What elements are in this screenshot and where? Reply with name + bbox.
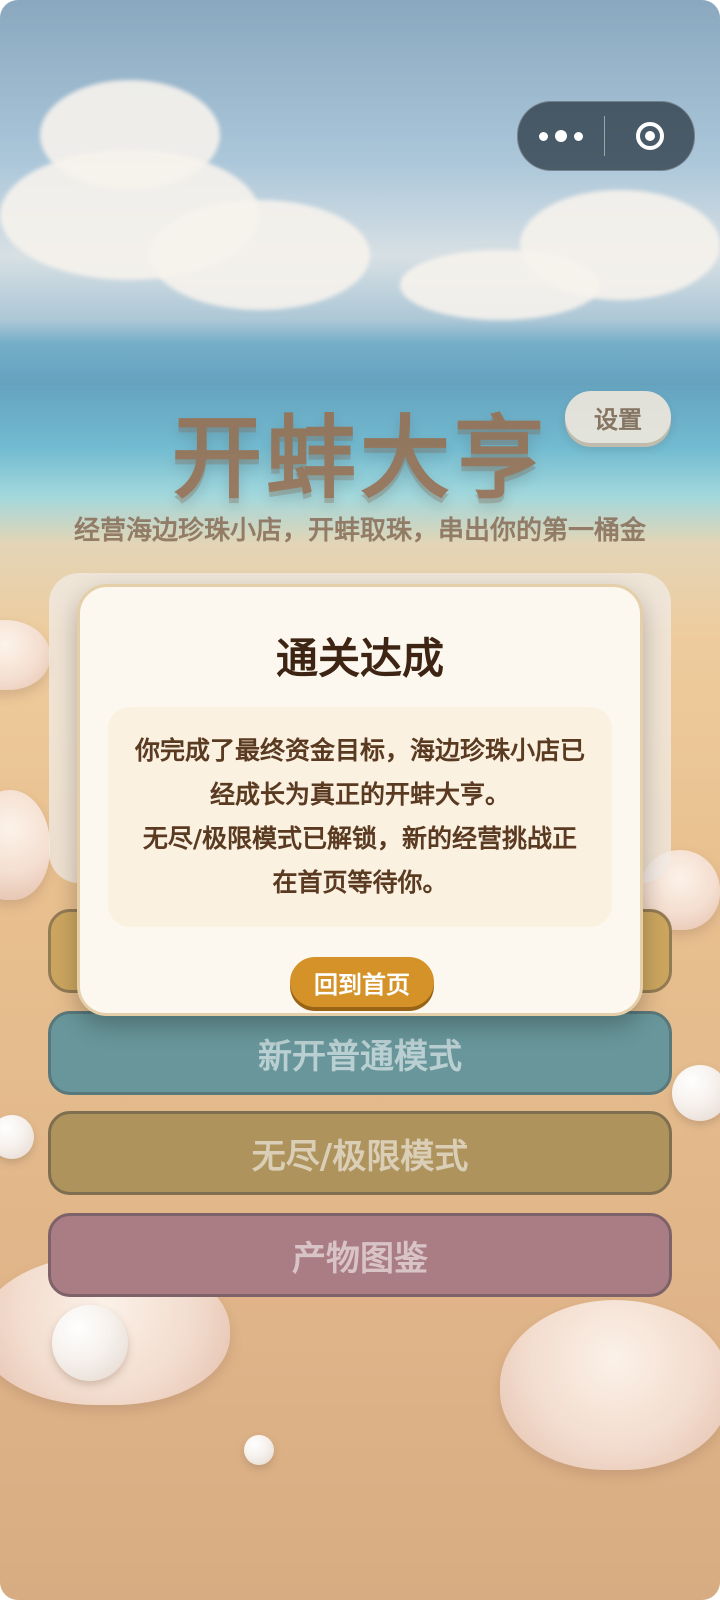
dialog-message-line: 无尽/极限模式已解锁，新的经营挑战正 (142, 824, 578, 853)
game-subtitle: 经营海边珍珠小店，开蚌取珠，串出你的第一桶金 (73, 516, 646, 546)
pearl-decoration (672, 1065, 720, 1121)
settings-button[interactable]: 设置 (565, 391, 671, 443)
shell-decoration (0, 790, 50, 900)
back-to-home-button[interactable]: 回到首页 (290, 957, 434, 1007)
mini-program-close-icon[interactable] (605, 102, 694, 170)
dialog-message-box: 你完成了最终资金目标，海边珍珠小店已 经成长为真正的开蚌大亨。 无尽/极限模式已… (108, 707, 612, 927)
new-normal-mode-button[interactable]: 新开普通模式 (48, 1011, 672, 1095)
item-codex-button[interactable]: 产物图鉴 (48, 1213, 672, 1297)
pearl-decoration (52, 1305, 128, 1381)
dialog-message-line: 经成长为真正的开蚌大亨。 (209, 780, 510, 809)
dialog-message-line: 在首页等待你。 (272, 868, 448, 897)
shell-decoration (0, 620, 50, 690)
completion-dialog: 通关达成 你完成了最终资金目标，海边珍珠小店已 经成长为真正的开蚌大亨。 无尽/… (77, 584, 643, 1016)
endless-mode-button[interactable]: 无尽/极限模式 (48, 1111, 672, 1195)
dialog-message-line: 你完成了最终资金目标，海边珍珠小店已 (134, 736, 585, 765)
pearl-decoration (244, 1435, 274, 1465)
mini-program-capsule (517, 101, 695, 171)
cloud-decoration (150, 200, 370, 310)
pearl-decoration (0, 1115, 34, 1159)
shell-decoration (500, 1300, 720, 1470)
cloud-decoration (400, 250, 600, 320)
dialog-title: 通关达成 (275, 634, 444, 683)
game-screen: 开蚌大亨 设置 经营海边珍珠小店，开蚌取珠，串出你的第一桶金 新开普通模式 无尽… (0, 0, 720, 1600)
more-dots-icon[interactable] (518, 102, 604, 170)
